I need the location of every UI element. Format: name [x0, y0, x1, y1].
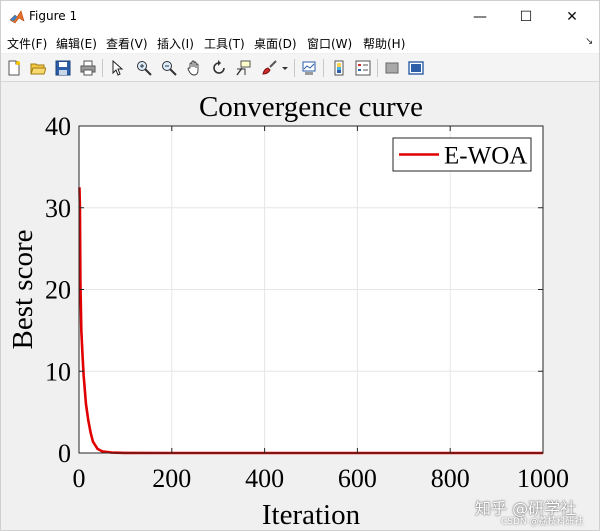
watermark-subtext: CSDN @荔枝科研社 — [501, 517, 584, 527]
window-title: Figure 1 — [29, 9, 78, 23]
menu-file[interactable]: 文件(F) — [7, 35, 47, 52]
menu-tools[interactable]: 工具(T) — [204, 35, 245, 52]
x-tick-label: 600 — [338, 464, 377, 493]
figure-window: Figure 1 — ☐ ✕ 文件(F) 编辑(E) 查看(V) 插入(I) 工… — [0, 0, 600, 531]
convergence-plot[interactable]: 0 200 400 600 800 1000 0 10 20 30 40 Convergence cu… — [1, 83, 599, 530]
brush-icon[interactable] — [259, 58, 279, 78]
x-tick-label: 0 — [73, 464, 86, 493]
colorbar-icon[interactable] — [329, 58, 349, 78]
toolbar-separator — [377, 59, 378, 77]
menu-desktop[interactable]: 桌面(D) — [254, 35, 297, 52]
x-axis-label: Iteration — [262, 499, 361, 530]
toolbar-separator — [294, 59, 295, 77]
chart-title: Convergence curve — [199, 91, 423, 123]
hide-plot-tools-icon[interactable] — [382, 58, 402, 78]
x-tick-label: 800 — [431, 464, 470, 493]
brush-dropdown-icon[interactable] — [279, 58, 291, 78]
menu-view[interactable]: 查看(V) — [106, 35, 148, 52]
pointer-icon[interactable] — [107, 58, 127, 78]
rotate-3d-icon[interactable] — [209, 58, 229, 78]
data-cursor-icon[interactable] — [233, 58, 253, 78]
legend-label: E-WOA — [444, 143, 527, 170]
new-figure-icon[interactable] — [4, 58, 24, 78]
x-tick-label: 400 — [245, 464, 284, 493]
menu-help[interactable]: 帮助(H) — [363, 35, 405, 52]
zoom-in-icon[interactable] — [134, 58, 154, 78]
dock-arrow-icon[interactable]: ↘ — [585, 36, 593, 47]
maximize-button[interactable]: ☐ — [503, 1, 549, 33]
show-plot-tools-icon[interactable] — [406, 58, 426, 78]
y-tick-label: 30 — [45, 194, 71, 223]
y-tick-label: 40 — [45, 112, 71, 141]
x-tick-label: 1000 — [517, 464, 569, 493]
legend-icon[interactable] — [353, 58, 373, 78]
print-icon[interactable] — [78, 58, 98, 78]
save-icon[interactable] — [53, 58, 73, 78]
matlab-icon — [9, 10, 25, 24]
figure-toolbar — [1, 54, 599, 82]
menu-edit[interactable]: 编辑(E) — [56, 35, 97, 52]
zoom-out-icon[interactable] — [159, 58, 179, 78]
menu-window[interactable]: 窗口(W) — [307, 35, 352, 52]
toolbar-separator — [102, 59, 103, 77]
y-tick-label: 20 — [45, 276, 71, 305]
toolbar-separator — [323, 59, 324, 77]
figure-canvas: 0 200 400 600 800 1000 0 10 20 30 40 Convergence cu… — [1, 83, 599, 530]
menu-bar: 文件(F) 编辑(E) 查看(V) 插入(I) 工具(T) 桌面(D) 窗口(W… — [1, 33, 599, 53]
title-bar: Figure 1 — ☐ ✕ — [1, 1, 599, 33]
minimize-button[interactable]: — — [457, 1, 503, 33]
y-tick-label: 0 — [58, 439, 71, 468]
pan-icon[interactable] — [184, 58, 204, 78]
close-button[interactable]: ✕ — [549, 1, 595, 33]
menu-insert[interactable]: 插入(I) — [157, 35, 194, 52]
y-axis-label: Best score — [7, 230, 39, 350]
y-tick-label: 10 — [45, 357, 71, 386]
open-file-icon[interactable] — [28, 58, 48, 78]
x-tick-label: 200 — [152, 464, 191, 493]
link-plot-icon[interactable] — [299, 58, 319, 78]
